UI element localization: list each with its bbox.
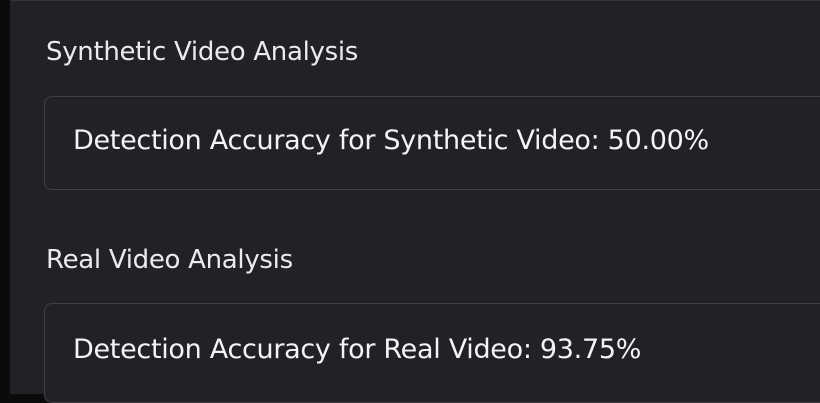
synthetic-video-accuracy-text: Detection Accuracy for Synthetic Video: … <box>73 125 709 156</box>
page: Synthetic Video Analysis Detection Accur… <box>0 0 820 403</box>
real-video-accuracy-text: Detection Accuracy for Real Video: 93.75… <box>73 334 642 365</box>
real-video-analysis-label: Real Video Analysis <box>46 245 293 275</box>
synthetic-video-result-box[interactable]: Detection Accuracy for Synthetic Video: … <box>44 96 820 190</box>
real-video-result-box[interactable]: Detection Accuracy for Real Video: 93.75… <box>44 303 820 403</box>
analysis-panel: Synthetic Video Analysis Detection Accur… <box>10 0 820 403</box>
synthetic-video-analysis-label: Synthetic Video Analysis <box>46 37 359 67</box>
